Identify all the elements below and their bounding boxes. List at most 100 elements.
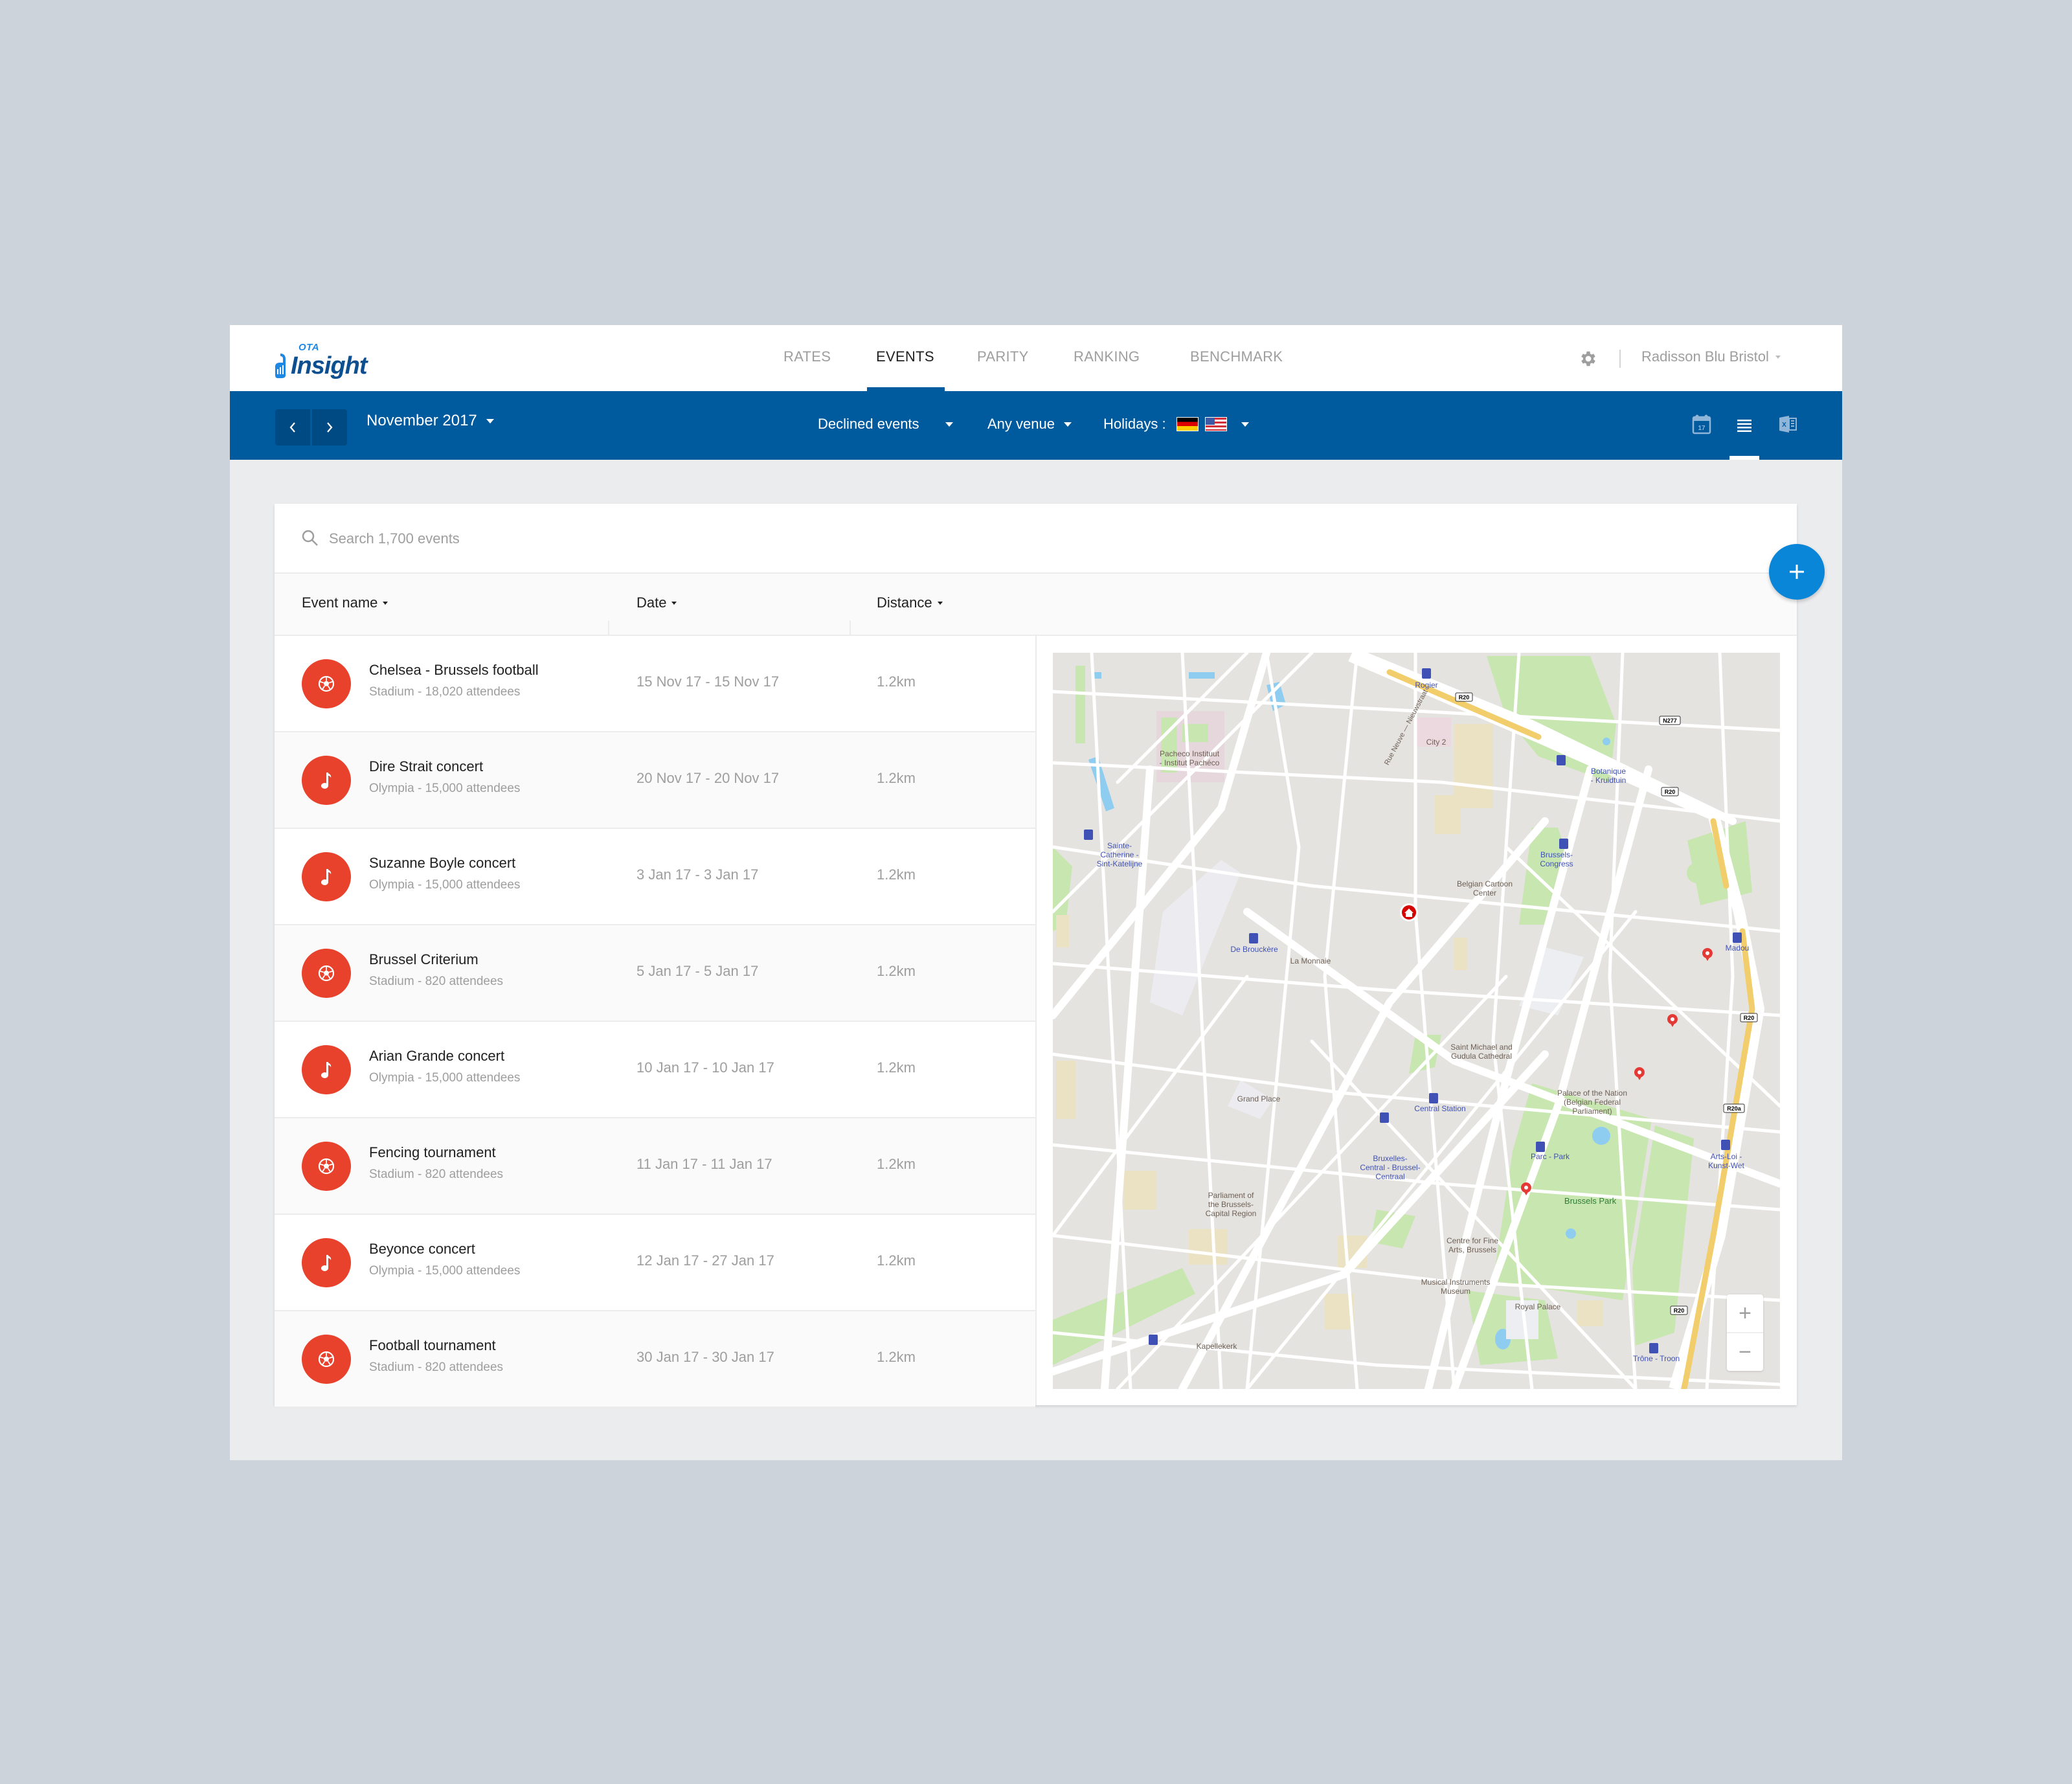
map-label: Rogier	[1415, 681, 1438, 690]
event-list: Chelsea - Brussels football Stadium - 18…	[275, 636, 1035, 1408]
main-nav: RATES EVENTS PARITY RANKING BENCHMARK	[230, 325, 1842, 391]
road-shield: R20	[1455, 692, 1473, 702]
event-date-range: 11 Jan 17 - 11 Jan 17	[636, 1156, 772, 1172]
map-park	[1075, 666, 1085, 743]
map-label: Brussels- Congress	[1540, 850, 1573, 868]
nav-tab-parity[interactable]: PARITY	[977, 348, 1029, 365]
event-type-badge	[302, 1238, 351, 1287]
gear-icon[interactable]	[1579, 349, 1598, 368]
event-row[interactable]: Suzanne Boyle concert Olympia - 15,000 a…	[275, 829, 1035, 925]
event-row[interactable]: Chelsea - Brussels football Stadium - 18…	[275, 636, 1035, 732]
event-row[interactable]: Fencing tournament Stadium - 820 attende…	[275, 1118, 1035, 1215]
event-row[interactable]: Beyonce concert Olympia - 15,000 attende…	[275, 1215, 1035, 1311]
event-name: Beyonce concert	[369, 1241, 475, 1257]
road-shield: R20	[1670, 1305, 1688, 1315]
app-window: OTA Insight RATES EVENTS PARITY RANKING …	[230, 325, 1842, 1460]
event-type-badge	[302, 1142, 351, 1191]
nav-tab-events[interactable]: EVENTS	[876, 348, 934, 365]
list-icon[interactable]	[1734, 413, 1755, 435]
header-divider	[1619, 350, 1621, 368]
nav-tab-ranking[interactable]: RANKING	[1074, 348, 1140, 365]
caret-down-icon	[945, 422, 953, 427]
event-venue-attendees: Olympia - 15,000 attendees	[369, 1264, 521, 1278]
road-shield: R20	[1740, 1013, 1758, 1022]
svg-text:X: X	[1782, 422, 1786, 429]
map-block	[1124, 1171, 1156, 1210]
map-water	[1603, 738, 1610, 745]
hotel-selector[interactable]: Radisson Blu Bristol	[1641, 348, 1781, 365]
map-block	[1454, 938, 1467, 970]
svg-text:R20: R20	[1674, 1307, 1685, 1314]
month-selector[interactable]: November 2017	[366, 412, 494, 430]
column-header-event-name[interactable]: Event name	[302, 594, 388, 611]
event-row[interactable]: Dire Strait concert Olympia - 15,000 att…	[275, 732, 1035, 829]
event-venue-attendees: Stadium - 820 attendees	[369, 1168, 504, 1181]
map-block	[1189, 1229, 1228, 1265]
event-distance: 1.2km	[877, 963, 916, 979]
map-label: Sainte- Catherine - Sint-Katelijne	[1096, 841, 1143, 868]
road-shield: R20a	[1723, 1103, 1745, 1113]
usa-flag-icon	[1204, 417, 1227, 431]
sort-icon	[671, 601, 677, 605]
caret-down-icon	[486, 418, 494, 423]
map-label: Saint Michael and Gudula Cathedral	[1450, 1043, 1513, 1061]
map-label: La Monnaie	[1290, 956, 1331, 965]
event-distance: 1.2km	[877, 1252, 916, 1269]
transit-icon	[1422, 668, 1431, 679]
map-label: Musical Instruments Museum	[1421, 1278, 1491, 1296]
event-status-filter[interactable]: Declined events	[818, 416, 953, 433]
transit-icon	[1559, 839, 1568, 849]
event-row[interactable]: Football tournament Stadium - 820 attend…	[275, 1311, 1035, 1408]
music-note-icon	[321, 869, 332, 885]
nav-tab-benchmark[interactable]: BENCHMARK	[1190, 348, 1283, 365]
next-month-button[interactable]	[312, 409, 347, 446]
transit-icon	[1721, 1140, 1730, 1150]
transit-icon	[1429, 1093, 1438, 1103]
search-input[interactable]	[328, 523, 848, 554]
map-label: Bruxelles- Central - Brussel- Centraal	[1360, 1154, 1421, 1181]
map-label: De Brouckère	[1230, 945, 1278, 954]
transit-icon	[1380, 1112, 1389, 1123]
event-distance: 1.2km	[877, 1059, 916, 1076]
holidays-label: Holidays :	[1103, 416, 1166, 432]
nav-tab-rates[interactable]: RATES	[783, 348, 831, 365]
zoom-in-button[interactable]: +	[1727, 1294, 1763, 1332]
chevron-left-icon	[289, 422, 295, 433]
event-name: Chelsea - Brussels football	[369, 662, 539, 678]
event-date-range: 5 Jan 17 - 5 Jan 17	[636, 963, 759, 979]
transit-icon	[1557, 755, 1566, 765]
column-divider	[850, 620, 851, 635]
event-distance: 1.2km	[877, 1349, 916, 1365]
calendar-icon[interactable]: 17	[1691, 413, 1712, 435]
hotel-name: Radisson Blu Bristol	[1641, 348, 1769, 365]
event-row[interactable]: Arian Grande concert Olympia - 15,000 at…	[275, 1022, 1035, 1118]
svg-text:R20: R20	[1665, 789, 1676, 795]
svg-text:R20: R20	[1459, 694, 1470, 701]
event-row[interactable]: Brussel Criterium Stadium - 820 attendee…	[275, 925, 1035, 1022]
event-name: Football tournament	[369, 1337, 496, 1353]
map-label: Central Station	[1414, 1104, 1466, 1113]
holidays-filter[interactable]: Holidays :	[1103, 416, 1249, 433]
add-event-button[interactable]	[1769, 544, 1825, 600]
football-icon	[318, 1158, 335, 1175]
column-divider	[608, 620, 609, 635]
music-note-icon	[321, 1255, 332, 1271]
event-distance: 1.2km	[877, 673, 916, 690]
month-pager	[275, 409, 347, 446]
zoom-out-button[interactable]: −	[1727, 1332, 1763, 1371]
chevron-right-icon	[327, 422, 333, 433]
event-name: Brussel Criterium	[369, 951, 479, 967]
active-view-indicator	[1729, 456, 1759, 460]
venue-filter[interactable]: Any venue	[987, 416, 1072, 433]
map-block	[1435, 795, 1461, 834]
sort-icon	[383, 601, 388, 605]
list-map-divider	[1035, 636, 1037, 1405]
column-header-distance[interactable]: Distance	[877, 594, 943, 611]
excel-icon[interactable]: X	[1777, 413, 1798, 435]
map-label: Grand Place	[1237, 1094, 1281, 1103]
event-map[interactable]: R20 N277 R20 R20 R20a R20 Pacheco Instit…	[1053, 653, 1780, 1389]
previous-month-button[interactable]	[275, 409, 310, 446]
event-venue-attendees: Stadium - 820 attendees	[369, 1361, 504, 1374]
column-header-date[interactable]: Date	[636, 594, 677, 611]
month-label: November 2017	[366, 412, 477, 429]
